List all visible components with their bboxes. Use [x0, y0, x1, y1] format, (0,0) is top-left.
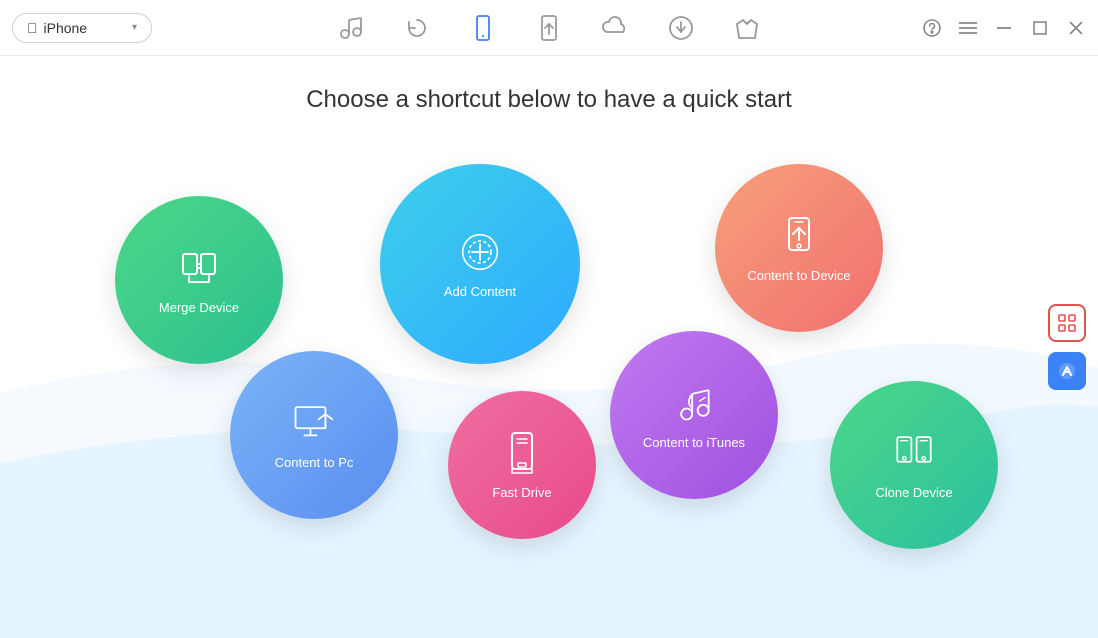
- nav-ios[interactable]: [530, 9, 568, 47]
- fast-drive-button[interactable]: Fast Drive: [448, 391, 596, 539]
- merge-device-label: Merge Device: [159, 300, 239, 315]
- content-to-pc-label: Content to Pc: [275, 455, 354, 470]
- grid-view-button[interactable]: [1048, 304, 1086, 342]
- device-name: iPhone: [44, 20, 88, 36]
- device-selector[interactable]:  iPhone ▾: [12, 13, 152, 43]
- apple-icon: : [27, 20, 38, 36]
- nav-toolkit[interactable]: [728, 9, 766, 47]
- tool-button[interactable]: [1048, 352, 1086, 390]
- fast-drive-label: Fast Drive: [492, 485, 551, 500]
- clone-device-label: Clone Device: [875, 485, 952, 500]
- clone-device-button[interactable]: Clone Device: [830, 381, 998, 549]
- main-content: Choose a shortcut below to have a quick …: [0, 56, 1098, 638]
- nav-download[interactable]: [662, 9, 700, 47]
- content-to-pc-button[interactable]: Content to Pc: [230, 351, 398, 519]
- nav-backup[interactable]: [398, 9, 436, 47]
- add-content-label: Add Content: [444, 284, 516, 299]
- add-content-button[interactable]: Add Content: [380, 164, 580, 364]
- side-panel: [1048, 304, 1086, 390]
- nav-music[interactable]: [332, 9, 370, 47]
- content-to-itunes-label: Content to iTunes: [643, 435, 745, 450]
- circles-container: Merge Device Add Content Content to Devi…: [0, 136, 1038, 638]
- merge-device-button[interactable]: Merge Device: [115, 196, 283, 364]
- chevron-down-icon: ▾: [132, 22, 137, 33]
- window-controls: [922, 18, 1086, 38]
- maximize-button[interactable]: [1030, 18, 1050, 38]
- nav-cloud[interactable]: [596, 9, 634, 47]
- help-button[interactable]: [922, 18, 942, 38]
- content-to-device-button[interactable]: Content to Device: [715, 164, 883, 332]
- menu-button[interactable]: [958, 18, 978, 38]
- page-title: Choose a shortcut below to have a quick …: [0, 56, 1098, 114]
- content-to-device-label: Content to Device: [747, 268, 850, 283]
- close-button[interactable]: [1066, 18, 1086, 38]
- nav-device[interactable]: [464, 9, 502, 47]
- minimize-button[interactable]: [994, 18, 1014, 38]
- content-to-itunes-button[interactable]: Content to iTunes: [610, 331, 778, 499]
- titlebar:  iPhone ▾: [0, 0, 1098, 56]
- nav-bar: [332, 9, 766, 47]
